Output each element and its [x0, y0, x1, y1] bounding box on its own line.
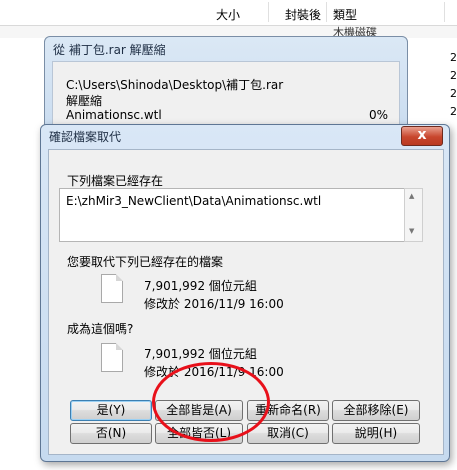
right-cell: 2 [450, 87, 457, 100]
yes-button[interactable]: 是(Y) [70, 400, 152, 421]
new-file-modified: 修改於 2016/11/9 16:00 [144, 365, 284, 379]
column-type[interactable]: 類型 [333, 6, 357, 23]
replace-question: 您要取代下列已經存在的檔案 [67, 255, 224, 269]
path-scrollbar[interactable]: ▲ ▼ [404, 188, 423, 242]
rename-button[interactable]: 重新命名(R) [247, 400, 329, 421]
close-button[interactable]: x [401, 126, 443, 146]
scroll-down-icon[interactable]: ▼ [409, 227, 414, 235]
existing-file-modified: 修改於 2016/11/9 16:00 [144, 297, 284, 311]
with-question: 成為這個嗎? [67, 322, 134, 336]
new-file-size: 7,901,992 個位元組 [144, 347, 257, 361]
column-packed[interactable]: 封裝後 [285, 6, 321, 23]
progress-percent: 0% [369, 108, 389, 122]
column-separator [326, 2, 327, 22]
archive-path: C:\Users\Shinoda\Desktop\補丁包.rar [66, 78, 284, 92]
confirm-replace-dialog: 確認檔案取代 x 下列檔案已經存在 E:\zhMir3_NewClient\Da… [40, 124, 450, 462]
cancel-button[interactable]: 取消(C) [247, 423, 329, 444]
existing-file-size: 7,901,992 個位元組 [144, 279, 257, 293]
exists-label: 下列檔案已經存在 [67, 174, 164, 188]
no-button[interactable]: 否(N) [70, 423, 152, 444]
progress-dialog-title: 從 補丁包.rar 解壓縮 [53, 43, 166, 57]
right-cell: 2 [450, 105, 457, 118]
right-cell: 2 [450, 51, 457, 64]
file-icon [101, 274, 123, 303]
extract-progress-dialog: 從 補丁包.rar 解壓縮 C:\Users\Shinoda\Desktop\補… [44, 36, 408, 138]
remove-all-button[interactable]: 全部移除(E) [332, 400, 420, 421]
column-separator [444, 2, 445, 22]
current-file: Animationsc.wtl [66, 108, 162, 122]
column-size[interactable]: 大小 [216, 6, 240, 23]
no-to-all-button[interactable]: 全部皆否(L) [155, 423, 243, 444]
scroll-up-icon[interactable]: ▲ [409, 192, 414, 200]
right-cell: 2 [450, 69, 457, 82]
existing-path-box[interactable]: E:\zhMir3_NewClient\Data\Animationsc.wtl [59, 188, 416, 242]
help-button[interactable]: 說明(H) [332, 423, 420, 444]
dialog-title: 確認檔案取代 [49, 130, 122, 144]
existing-path: E:\zhMir3_NewClient\Data\Animationsc.wtl [66, 194, 322, 208]
yes-to-all-button[interactable]: 全部皆是(A) [155, 400, 243, 421]
column-separator [268, 2, 269, 22]
file-icon [101, 343, 123, 372]
explorer-column-header: 大小 封裝後 類型 [0, 0, 457, 26]
progress-action: 解壓縮 [66, 94, 103, 108]
